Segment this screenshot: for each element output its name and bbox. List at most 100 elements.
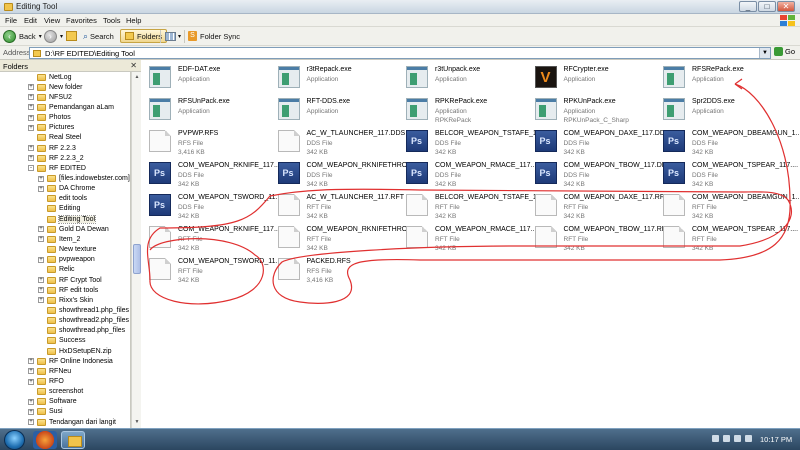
expand-icon[interactable]: +: [38, 256, 44, 263]
volume-icon[interactable]: [745, 435, 752, 442]
expand-icon[interactable]: +: [38, 185, 44, 192]
file-item[interactable]: Spr2DDS.exe Application: [659, 95, 787, 126]
tree-item[interactable]: Editing Tool: [38, 214, 97, 224]
file-item[interactable]: BELCOR_WEAPON_TSTAFE_1... DDS File 342 KB: [402, 127, 543, 158]
tray-icon[interactable]: [723, 435, 730, 442]
file-item[interactable]: COM_WEAPON_TBOW_117.RFT RFT File 342 KB: [531, 223, 670, 254]
file-item[interactable]: r3tUnpack.exe Application: [402, 63, 530, 94]
forward-button[interactable]: › ▾: [44, 29, 63, 43]
collapse-icon[interactable]: -: [28, 165, 34, 172]
file-item[interactable]: RFSRePack.exe Application: [659, 63, 787, 94]
tree-item[interactable]: showthread.php_files: [38, 326, 125, 336]
chevron-down-icon[interactable]: ▾: [39, 33, 42, 40]
file-item[interactable]: COM_WEAPON_TSPEAR_117.... RFT File 342 KB: [659, 223, 798, 254]
file-item[interactable]: RPKUnPack.exe Application RPKUnPack_C_Shar…: [531, 95, 659, 126]
tree-item[interactable]: + RFNeu: [28, 366, 71, 376]
clock[interactable]: 10:17 PM: [760, 435, 792, 444]
menu-favorites[interactable]: Favorites: [66, 16, 97, 25]
file-item[interactable]: PVPWP.RFS RFS File 3,416 KB: [145, 127, 273, 158]
expand-icon[interactable]: +: [38, 236, 44, 243]
file-item[interactable]: COM_WEAPON_RKNIFETHRO... DDS File 342 KB: [274, 159, 413, 190]
expand-icon[interactable]: +: [28, 368, 34, 375]
folder-tree[interactable]: NetLog + New folder + NFSU2 + Pemandangan aLam…: [0, 72, 131, 428]
file-item[interactable]: COM_WEAPON_DAXE_117.RFT RFT File 342 KB: [531, 191, 668, 222]
network-icon[interactable]: [734, 435, 741, 442]
file-item[interactable]: AC_W_TLAUNCHER_117.DDS DDS File 342 KB: [274, 127, 405, 158]
tree-item[interactable]: + Item_2: [38, 234, 80, 244]
tree-item[interactable]: New texture: [38, 245, 96, 255]
tree-item[interactable]: Relic: [38, 265, 75, 275]
file-item[interactable]: COM_WEAPON_RKNIFETHRO... RFT File 342 KB: [274, 223, 413, 254]
address-field[interactable]: D:\RF EDITED\Editing Tool ▼: [29, 47, 771, 59]
tree-item[interactable]: + Gold DA Dewan: [38, 224, 109, 234]
tree-item[interactable]: + Photos: [28, 113, 71, 123]
file-item[interactable]: EDF-DAT.exe Application: [145, 63, 273, 94]
expand-icon[interactable]: +: [28, 408, 34, 415]
expand-icon[interactable]: +: [38, 277, 44, 283]
file-item[interactable]: COM_WEAPON_TSWORD_11... RFT File 342 KB: [145, 255, 281, 286]
tree-item[interactable]: + RF edit tools: [38, 285, 98, 295]
tree-item[interactable]: Success: [38, 336, 85, 346]
tree-item[interactable]: - RF EDITED: [28, 163, 86, 173]
tree-item[interactable]: screenshot: [28, 387, 83, 397]
expand-icon[interactable]: +: [28, 358, 34, 365]
menu-tools[interactable]: Tools: [103, 16, 121, 25]
menu-edit[interactable]: Edit: [24, 16, 37, 25]
file-item[interactable]: BELCOR_WEAPON_TSTAFE_1... RFT File 342 KB: [402, 191, 543, 222]
expand-icon[interactable]: +: [28, 398, 34, 405]
expand-icon[interactable]: +: [28, 378, 34, 385]
file-item[interactable]: PACKED.RFS RFS File 3,416 KB: [274, 255, 402, 286]
file-item[interactable]: COM_WEAPON_TBOW_117.DDS DDS File 342 KB: [531, 159, 672, 190]
expand-icon[interactable]: +: [28, 145, 34, 152]
tree-item[interactable]: + RF 2.2.3_2: [28, 153, 84, 163]
minimize-button[interactable]: _: [739, 1, 757, 12]
tree-item[interactable]: + Susi: [28, 407, 63, 417]
address-dropdown-icon[interactable]: ▼: [759, 48, 770, 58]
menu-view[interactable]: View: [44, 16, 60, 25]
file-item[interactable]: COM_WEAPON_DAXE_117.DDS DDS File 342 KB: [531, 127, 670, 158]
tree-item[interactable]: showthread1.php_files: [38, 305, 129, 315]
file-item[interactable]: RFCrypter.exe Application: [531, 63, 659, 94]
file-item[interactable]: RFT-DDS.exe Application: [274, 95, 402, 126]
folder-sync-button[interactable]: S Folder Sync: [188, 29, 240, 43]
tree-item[interactable]: edit tools: [38, 194, 87, 204]
tree-item[interactable]: Editing: [38, 204, 80, 214]
file-item[interactable]: COM_WEAPON_RKNIFE_117.... DDS File 342 KB: [145, 159, 282, 190]
file-item[interactable]: RFSUnPack.exe Application: [145, 95, 273, 126]
tree-item[interactable]: + Tendangan dari langit: [28, 417, 116, 427]
menu-help[interactable]: Help: [126, 16, 141, 25]
scroll-down-icon[interactable]: ▼: [133, 418, 141, 426]
tree-item[interactable]: + RFO: [28, 377, 64, 387]
tree-item[interactable]: showthread2.php_files: [38, 316, 129, 326]
back-button[interactable]: ‹ Back ▾: [3, 29, 42, 43]
tree-item[interactable]: HxDSetupEN.zip: [38, 346, 112, 356]
expand-icon[interactable]: +: [38, 175, 44, 182]
expand-icon[interactable]: +: [28, 155, 34, 162]
tree-item[interactable]: + Software: [28, 397, 77, 407]
file-item[interactable]: COM_WEAPON_DBEAMGUN_1... DDS File 342 KB: [659, 127, 800, 158]
scroll-up-icon[interactable]: ▲: [133, 73, 141, 81]
file-item[interactable]: COM_WEAPON_TSWORD_11... DDS File 342 KB: [145, 191, 281, 222]
scrollbar-thumb[interactable]: [133, 244, 141, 274]
file-item[interactable]: RPKRePack.exe Application RPKRePack: [402, 95, 530, 126]
expand-icon[interactable]: +: [38, 226, 44, 233]
tree-item[interactable]: NetLog: [28, 72, 72, 82]
folder-tree-scrollbar[interactable]: ▲ ▼: [131, 72, 141, 428]
close-button[interactable]: ✕: [777, 1, 795, 12]
tree-item[interactable]: Real Steel: [28, 133, 81, 143]
expand-icon[interactable]: +: [28, 419, 34, 426]
expand-icon[interactable]: +: [28, 104, 34, 111]
expand-icon[interactable]: +: [38, 287, 44, 294]
maximize-button[interactable]: □: [758, 1, 776, 12]
tray-icon[interactable]: [712, 435, 719, 442]
search-button[interactable]: ⌕ Search: [83, 29, 114, 43]
tree-item[interactable]: + NFSU2: [28, 92, 72, 102]
expand-icon[interactable]: +: [28, 124, 34, 131]
close-pane-icon[interactable]: ✕: [130, 61, 137, 70]
file-item[interactable]: COM_WEAPON_RKNIFE_117.... RFT File 342 KB: [145, 223, 282, 254]
start-button[interactable]: [4, 430, 25, 450]
tree-item[interactable]: + pvpweapon: [38, 255, 95, 265]
expand-icon[interactable]: +: [38, 297, 44, 304]
explorer-taskbar-icon[interactable]: [61, 431, 85, 449]
expand-icon[interactable]: +: [28, 114, 34, 121]
